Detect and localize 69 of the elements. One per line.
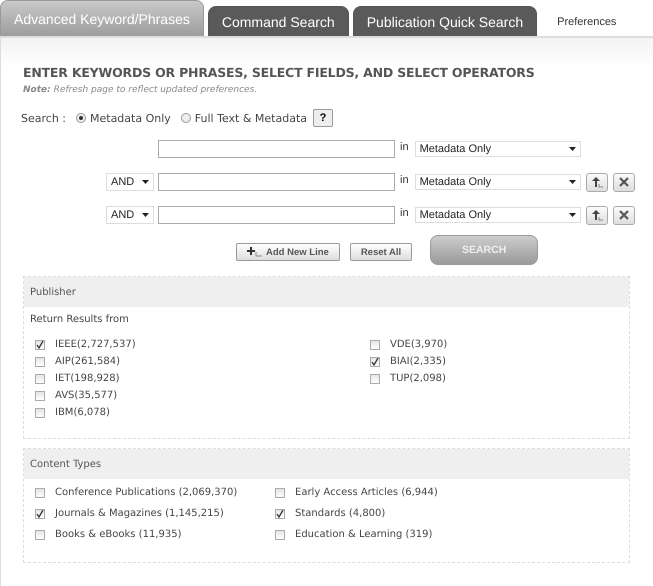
move-up-button[interactable] — [586, 206, 608, 224]
keyword-input[interactable] — [158, 173, 395, 191]
checkbox[interactable] — [275, 508, 285, 518]
up-arrow-icon — [590, 209, 604, 221]
checkbox[interactable] — [370, 374, 380, 384]
keyword-input[interactable] — [158, 206, 395, 224]
field-select[interactable]: Metadata Only — [414, 174, 581, 190]
checkbox[interactable] — [370, 340, 380, 350]
checkbox-label: VDE(3,970) — [390, 339, 448, 350]
tab[interactable]: Publication Quick Search — [352, 6, 538, 36]
radio-button[interactable] — [76, 113, 86, 123]
operator-select[interactable]: AND — [106, 206, 154, 224]
checkbox[interactable] — [35, 374, 45, 384]
help-button[interactable]: ? — [313, 109, 333, 127]
checkbox[interactable] — [35, 508, 45, 518]
checkbox-label: Early Access Articles (6,944) — [295, 487, 438, 498]
checkbox-label: IET(198,928) — [55, 373, 120, 384]
operator-select[interactable]: AND — [106, 173, 154, 191]
checkbox[interactable] — [35, 488, 45, 498]
field-select[interactable]: Metadata Only — [414, 141, 581, 157]
caret-icon — [142, 213, 149, 217]
close-icon — [618, 210, 629, 220]
panel-subtitle: Return Results from — [29, 313, 130, 325]
search-label: Search : — [21, 112, 66, 124]
preferences-link[interactable]: Preferences — [541, 16, 630, 36]
checkbox-label: IBM(6,078) — [55, 407, 110, 418]
move-up-button[interactable] — [586, 172, 608, 192]
checkbox-label: TUP(2,098) — [390, 373, 446, 384]
checkbox[interactable] — [275, 488, 285, 498]
checkbox-label: AIP(261,584) — [55, 356, 120, 367]
checkbox-label: Education & Learning (319) — [295, 529, 432, 540]
tab[interactable]: Command Search — [208, 6, 349, 36]
caret-icon — [568, 147, 576, 151]
checkbox-label: Conference Publications (2,069,370) — [55, 487, 238, 498]
radio-label: Full Text & Metadata — [194, 112, 307, 124]
field-select[interactable]: Metadata Only — [414, 207, 581, 223]
checkbox[interactable] — [35, 340, 45, 350]
panel-header: Content Types — [24, 449, 629, 479]
reset-button[interactable]: Reset All — [350, 243, 412, 261]
checkbox-label: IEEE(2,727,537) — [55, 339, 136, 350]
up-arrow-icon — [590, 176, 604, 188]
in-label: in — [400, 207, 409, 219]
checkbox[interactable] — [35, 356, 45, 366]
radio-button[interactable] — [180, 113, 191, 123]
caret-icon — [568, 180, 576, 184]
checkbox-label: Books & eBooks (11,935) — [55, 529, 182, 540]
note-text: Note: Refresh page to reflect updated preferences. — [23, 85, 258, 95]
plus-icon — [247, 247, 263, 257]
keyword-input[interactable] — [158, 140, 395, 158]
panel-header: Publisher — [24, 277, 629, 307]
checkbox-label: Standards (4,800) — [295, 508, 386, 519]
in-label: in — [400, 174, 409, 186]
checkbox-label: Journals & Magazines (1,145,215) — [55, 508, 224, 519]
checkbox[interactable] — [35, 390, 45, 400]
checkbox-label: BIAI(2,335) — [390, 356, 446, 367]
in-label: in — [400, 141, 409, 153]
caret-icon — [142, 180, 149, 184]
radio-label: Metadata Only — [90, 112, 171, 124]
checkbox[interactable] — [35, 530, 45, 540]
close-icon — [618, 177, 629, 187]
checkbox[interactable] — [35, 408, 45, 418]
checkbox-label: AVS(35,577) — [55, 390, 118, 401]
remove-button[interactable] — [612, 172, 635, 192]
add-line-button[interactable]: Add New Line — [236, 243, 340, 261]
remove-button[interactable] — [612, 206, 635, 224]
caret-icon — [568, 213, 576, 217]
page-heading: ENTER KEYWORDS OR PHRASES, SELECT FIELDS, AND SELECT OPERATORS — [23, 64, 536, 80]
checkbox[interactable] — [275, 530, 285, 540]
checkbox[interactable] — [370, 356, 380, 366]
